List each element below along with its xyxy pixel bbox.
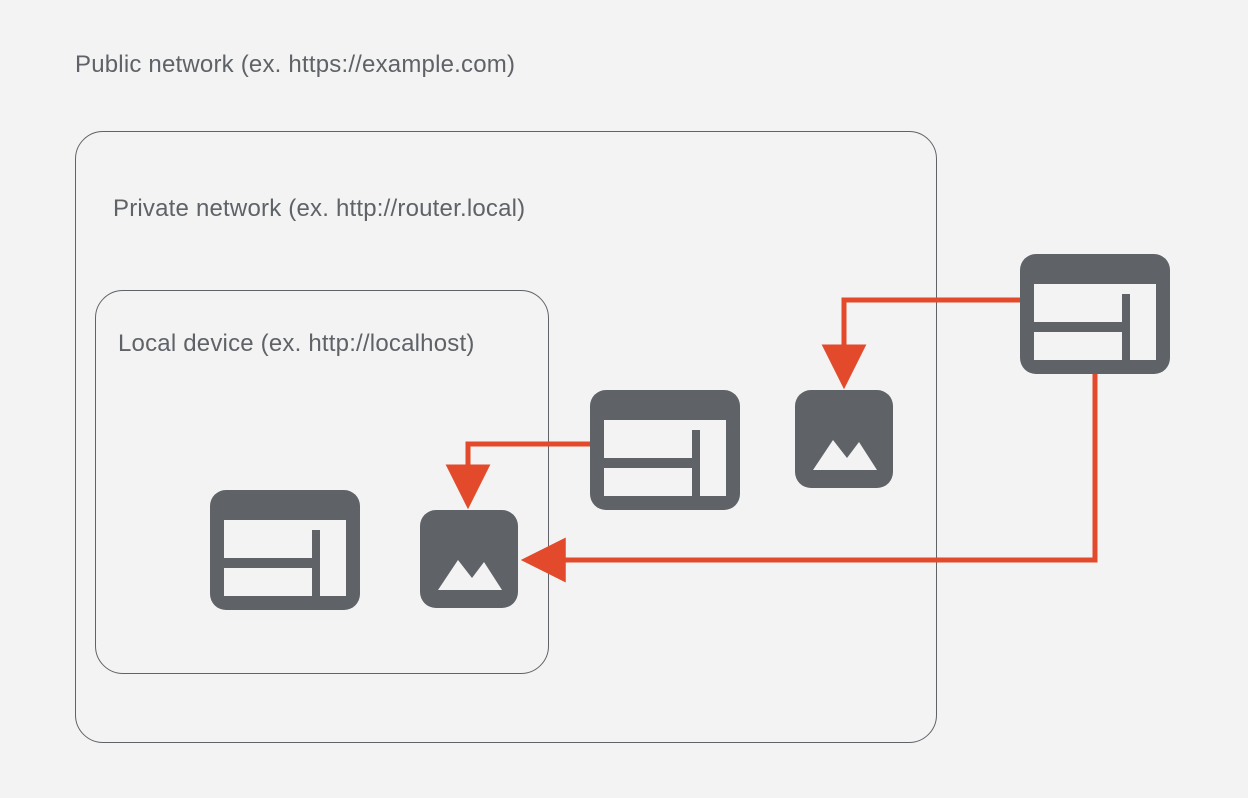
private-image-icon — [795, 390, 893, 488]
local-browser-icon — [210, 490, 360, 610]
public-browser-icon — [1020, 254, 1170, 374]
local-device-label: Local device (ex. http://localhost) — [118, 330, 475, 358]
private-browser-icon — [590, 390, 740, 510]
public-network-label: Public network (ex. https://example.com) — [75, 51, 515, 79]
diagram-stage: Public network (ex. https://example.com)… — [0, 0, 1248, 798]
private-network-label: Private network (ex. http://router.local… — [113, 195, 525, 223]
local-image-icon — [420, 510, 518, 608]
